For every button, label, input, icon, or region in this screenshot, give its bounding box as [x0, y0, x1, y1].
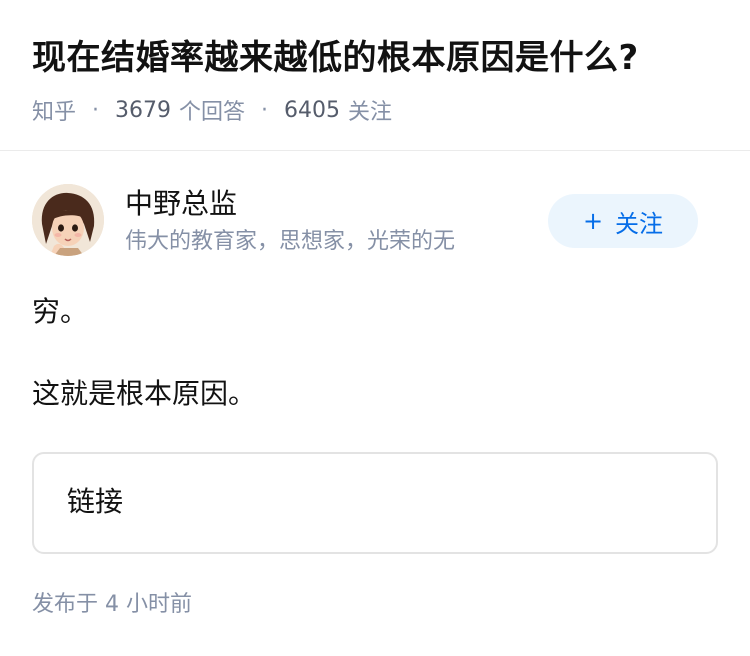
answer-paragraph: 穷。: [32, 295, 89, 328]
link-card-label: 链接: [67, 485, 124, 518]
question-meta: 知乎 · 3679 个回答 · 6405 关注: [32, 94, 393, 126]
source-label[interactable]: 知乎: [32, 94, 76, 126]
author-bio-container: 伟大的教育家，思想家，光荣的无: [125, 226, 545, 260]
question-title[interactable]: 现在结婚率越来越低的根本原因是什么?: [32, 33, 639, 83]
follow-button[interactable]: + 关注: [548, 194, 698, 248]
follow-label: 关注: [615, 209, 664, 238]
meta-separator: ·: [92, 97, 100, 123]
answer-count: 3679: [115, 97, 172, 123]
author-bio: 伟大的教育家，思想家，光荣的无: [125, 229, 456, 254]
meta-separator: ·: [261, 97, 269, 123]
link-card[interactable]: 链接: [32, 452, 718, 554]
answer-paragraph: 这就是根本原因。: [32, 377, 257, 410]
follower-count-label: 关注: [348, 100, 393, 125]
question-header: 现在结婚率越来越低的根本原因是什么? 知乎 · 3679 个回答 · 6405 …: [0, 0, 750, 151]
publish-time: 发布于 4 小时前: [32, 592, 192, 617]
author-info: 中野总监 伟大的教育家，思想家，光荣的无 + 关注: [32, 184, 718, 260]
cartoon-girl-avatar-icon: [32, 184, 104, 256]
bio-fade-overlay: [485, 226, 545, 260]
answer-count-label: 个回答: [179, 100, 246, 125]
follower-count: 6405: [284, 97, 341, 123]
avatar[interactable]: [32, 184, 104, 256]
author-name[interactable]: 中野总监: [125, 186, 237, 222]
plus-icon: +: [582, 207, 604, 235]
